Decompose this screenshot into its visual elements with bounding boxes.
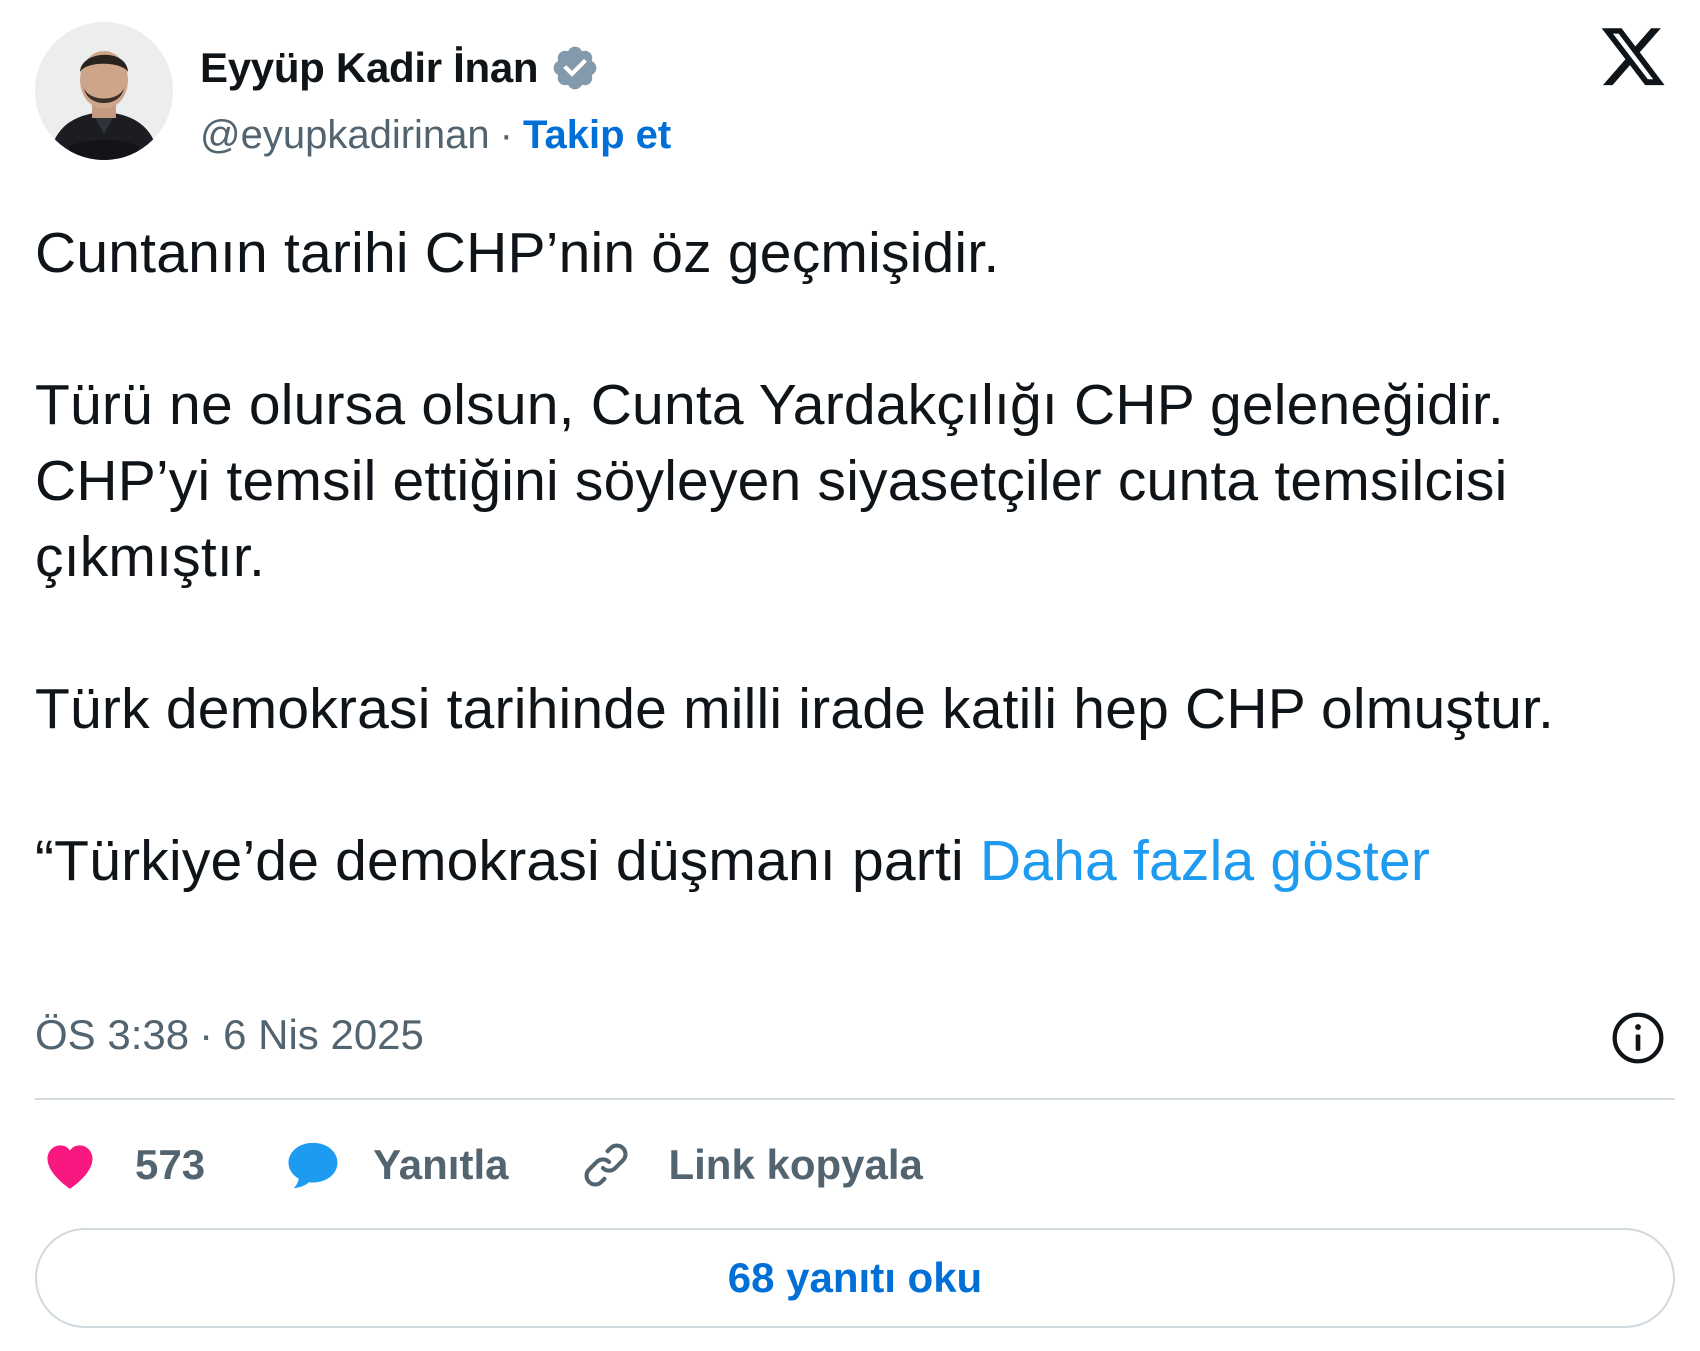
action-bar: 573 Yanıtla Link kopyala	[35, 1130, 923, 1200]
avatar[interactable]	[35, 22, 173, 160]
author-handle[interactable]: @eyupkadirinan	[200, 113, 490, 158]
tweet-card: Eyyüp Kadir İnan @eyupkadirinan · Takip …	[0, 0, 1700, 1351]
avatar-image	[35, 22, 173, 160]
author-name-row: Eyyüp Kadir İnan	[200, 40, 600, 96]
handle-separator: ·	[499, 112, 513, 157]
link-icon	[585, 1143, 628, 1187]
tweet-text: Cuntanın tarihi CHP’nin öz geçmişidir. T…	[35, 215, 1665, 899]
show-more-link[interactable]: Daha fazla göster	[980, 829, 1430, 893]
reply-label: Yanıtla	[373, 1141, 509, 1188]
heart-icon	[47, 1145, 93, 1189]
speech-bubble-icon	[288, 1142, 338, 1189]
tweet-paragraph-4: “Türkiye’de demokrasi düşmanı parti Daha…	[35, 823, 1665, 899]
tweet-paragraph-1: Cuntanın tarihi CHP’nin öz geçmişidir.	[35, 221, 1000, 285]
tweet-paragraph-3: Türk demokrasi tarihinde milli irade kat…	[35, 677, 1555, 741]
tweet-time: ÖS 3:38	[35, 1011, 190, 1058]
timestamp-separator: ·	[199, 1011, 214, 1058]
read-replies-label: 68 yanıtı oku	[727, 1254, 983, 1301]
tweet-timestamp[interactable]: ÖS 3:38 · 6 Nis 2025	[35, 1005, 424, 1065]
follow-button[interactable]: Takip et	[523, 113, 671, 158]
author-display-name[interactable]: Eyyüp Kadir İnan	[200, 44, 539, 92]
tweet-paragraph-2: Türü ne olursa olsun, Cunta Yardakçılığı…	[35, 373, 1508, 589]
divider	[35, 1098, 1675, 1100]
read-replies-button[interactable]: 68 yanıtı oku	[35, 1228, 1675, 1328]
verified-badge-icon	[553, 46, 597, 90]
reply-button[interactable]: Yanıtla	[285, 1139, 508, 1191]
tweet-date: 6 Nis 2025	[223, 1011, 424, 1058]
author-handle-row: @eyupkadirinan · Takip et	[200, 108, 671, 162]
like-count: 573	[135, 1141, 206, 1188]
tweet-paragraph-4-text: “Türkiye’de demokrasi düşmanı parti	[35, 829, 980, 893]
info-icon[interactable]	[1610, 1010, 1666, 1066]
x-logo-icon[interactable]	[1598, 28, 1668, 94]
copy-link-label: Link kopyala	[668, 1141, 923, 1188]
copy-link-button[interactable]: Link kopyala	[580, 1139, 923, 1191]
like-button[interactable]: 573	[43, 1140, 205, 1190]
